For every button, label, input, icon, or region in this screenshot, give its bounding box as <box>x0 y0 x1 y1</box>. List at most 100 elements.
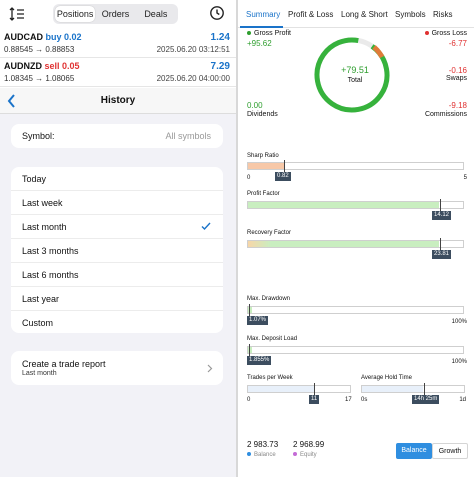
period-item-today[interactable]: Today <box>11 167 223 191</box>
period-list: Today Last week Last month Last 3 months… <box>11 167 223 333</box>
period-item-last-3-months[interactable]: Last 3 months <box>11 239 223 263</box>
chevron-right-icon <box>207 364 213 373</box>
segment-deals[interactable]: Deals <box>136 6 176 22</box>
trade-report-period: Last month <box>22 370 57 377</box>
position-side: buy 0.02 <box>45 32 82 42</box>
avg-hold-time-max: 1d <box>459 397 466 403</box>
positions-pane: Positions Orders Deals AUDCAD buy 0.02 0… <box>0 0 236 477</box>
position-symbol: AUDCAD buy 0.02 <box>4 32 82 42</box>
profit-factor-value: 14.12 <box>432 211 452 220</box>
sharp-ratio-value: 0.82 <box>275 172 291 181</box>
segment-orders[interactable]: Orders <box>95 6 135 22</box>
period-label: Last month <box>22 222 67 232</box>
max-deposit-load-title: Max. Deposit Load <box>247 336 298 342</box>
trades-per-week-fill <box>248 386 315 392</box>
avg-hold-time-min: 0s <box>361 397 368 403</box>
max-drawdown-max: 100% <box>451 319 467 325</box>
period-item-last-month[interactable]: Last month <box>11 215 223 239</box>
trades-per-week-min: 0 <box>247 397 251 403</box>
position-symbol: AUDNZD sell 0.05 <box>4 61 80 71</box>
period-item-last-week[interactable]: Last week <box>11 191 223 215</box>
position-row[interactable]: AUDNZD sell 0.05 1.08345 → 1.08065 7.29 … <box>0 59 236 87</box>
symbol-filter-card: Symbol: All symbols <box>11 124 223 148</box>
sharp-ratio-track <box>247 162 464 170</box>
balance-chart-button[interactable]: Balance <box>396 443 432 459</box>
avg-hold-time-title: Average Hold Time <box>361 375 412 381</box>
sharp-ratio-min: 0 <box>247 175 251 181</box>
max-drawdown-title: Max. Drawdown <box>247 296 291 302</box>
period-label: Custom <box>22 318 54 328</box>
dividends-label: Dividends <box>247 111 278 118</box>
recovery-factor-fill <box>248 241 440 247</box>
recovery-factor-value: 23.81 <box>432 250 452 259</box>
period-label: Today <box>22 174 47 184</box>
donut-profit-arc <box>314 37 390 113</box>
trade-report-card[interactable]: Create a trade report Last month <box>11 351 223 385</box>
history-header: History <box>0 88 236 114</box>
gross-loss-label: Gross Loss <box>424 30 467 37</box>
position-profit: 7.29 <box>210 61 230 72</box>
profit-factor-fill <box>248 202 440 208</box>
period-label: Last year <box>22 294 60 304</box>
period-label: Last 6 months <box>22 270 79 280</box>
positions-toolbar: Positions Orders Deals <box>0 0 236 28</box>
gross-loss-value: -6.77 <box>448 39 467 48</box>
tab-symbols[interactable]: Symbols <box>395 10 426 19</box>
avg-hold-time-track <box>361 385 465 393</box>
symbol-filter-value: All symbols <box>165 131 211 141</box>
period-label: Last week <box>22 198 63 208</box>
position-time: 2025.06.20 03:12:51 <box>156 45 230 54</box>
trades-per-week-max: 17 <box>345 397 352 403</box>
tab-risks[interactable]: Risks <box>433 10 453 19</box>
symbol-filter-label: Symbol: <box>22 131 55 141</box>
positions-segmented-control: Positions Orders Deals <box>53 4 178 24</box>
position-profit: 1.24 <box>210 32 230 43</box>
commissions-label: Commissions <box>424 111 467 118</box>
position-prices: 0.88545 → 0.88853 <box>4 45 75 54</box>
position-row[interactable]: AUDCAD buy 0.02 0.88545 → 0.88853 1.24 2… <box>0 30 236 58</box>
sharp-ratio-title: Sharp Ratio <box>247 153 279 159</box>
trades-per-week-track <box>247 385 351 393</box>
sort-icon[interactable] <box>8 5 26 23</box>
gross-profit-value: +95.62 <box>247 39 272 48</box>
trade-report-label: Create a trade report <box>22 359 106 369</box>
swaps-label: Swaps <box>445 75 467 82</box>
position-prices: 1.08345 → 1.08065 <box>4 74 75 83</box>
max-deposit-load-max: 100% <box>451 359 467 365</box>
recovery-factor-track <box>247 240 464 248</box>
recovery-factor-title: Recovery Factor <box>247 230 292 236</box>
report-tabs: Summary Profit & Loss Long & Short Symbo… <box>238 0 474 28</box>
period-item-last-6-months[interactable]: Last 6 months <box>11 263 223 287</box>
checkmark-icon <box>201 222 211 231</box>
symbol-filter-row[interactable]: Symbol: All symbols <box>11 124 223 148</box>
period-item-last-year[interactable]: Last year <box>11 287 223 311</box>
clock-icon[interactable] <box>209 5 225 21</box>
report-pane: Summary Profit & Loss Long & Short Symbo… <box>238 0 474 477</box>
position-side: sell 0.05 <box>44 61 80 71</box>
swaps-value: -0.16 <box>448 66 467 75</box>
equity-legend: Equity <box>293 452 317 458</box>
avg-hold-time-value: 14h 25m <box>412 395 440 404</box>
balance-legend: Balance <box>247 452 276 458</box>
profit-factor-track <box>247 201 464 209</box>
history-title: History <box>100 95 136 106</box>
avg-hold-time-fill <box>362 386 424 392</box>
commissions-value: -9.18 <box>448 101 467 110</box>
period-item-custom[interactable]: Custom <box>11 311 223 333</box>
max-drawdown-track <box>247 306 464 314</box>
tab-long-short[interactable]: Long & Short <box>341 10 388 19</box>
period-label: Last 3 months <box>22 246 79 256</box>
balance-value: 2 983.73 <box>247 440 279 449</box>
tab-summary[interactable]: Summary <box>246 10 280 19</box>
total-donut-chart <box>314 37 390 113</box>
dividends-value: 0.00 <box>247 101 263 110</box>
max-drawdown-value: 1.07% <box>247 316 269 325</box>
segment-positions[interactable]: Positions <box>55 6 96 22</box>
growth-chart-button[interactable]: Growth <box>432 443 468 459</box>
tab-profit-loss[interactable]: Profit & Loss <box>288 10 333 19</box>
max-deposit-load-track <box>247 346 464 354</box>
total-label: Total <box>347 77 363 84</box>
sharp-ratio-max: 5 <box>463 175 467 181</box>
trades-per-week-value: 11 <box>309 395 320 404</box>
trades-per-week-title: Trades per Week <box>247 375 293 381</box>
